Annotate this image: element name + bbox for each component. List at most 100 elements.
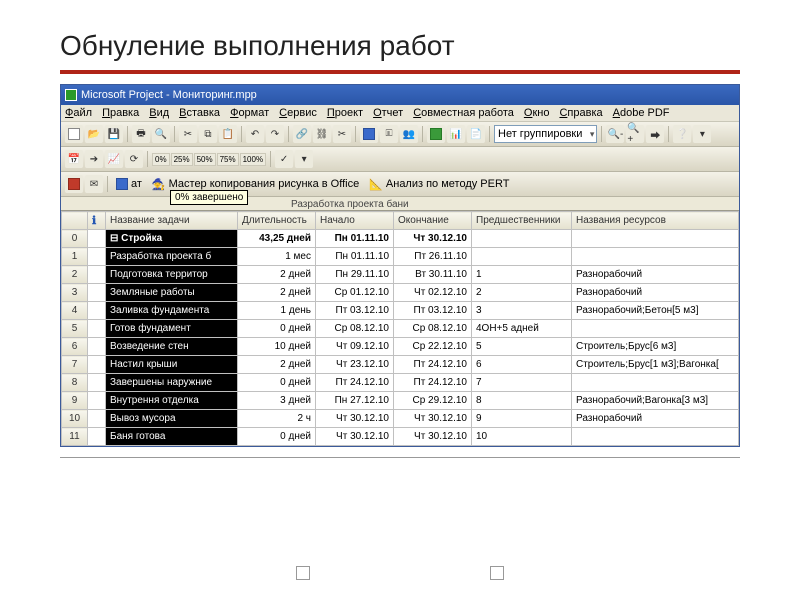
row-info[interactable] — [88, 338, 106, 356]
info-icon[interactable] — [360, 125, 378, 143]
end-cell[interactable]: Чт 30.12.10 — [394, 410, 472, 428]
row-info[interactable] — [88, 248, 106, 266]
row-info[interactable] — [88, 266, 106, 284]
col-header-6[interactable]: Предшественники — [472, 212, 572, 230]
start-cell[interactable]: Пн 01.11.10 — [316, 248, 394, 266]
split-icon[interactable]: ✂ — [333, 125, 351, 143]
resources-cell[interactable] — [572, 428, 739, 446]
menu-совместная работа[interactable]: Совместная работа — [413, 107, 514, 119]
col-header-3[interactable]: Длительность — [238, 212, 316, 230]
menu-отчет[interactable]: Отчет — [373, 107, 403, 119]
predecessors-cell[interactable]: 1 — [472, 266, 572, 284]
row-info[interactable] — [88, 392, 106, 410]
table-row[interactable]: 0⊟ Стройка43,25 днейПн 01.11.10Чт 30.12.… — [62, 230, 739, 248]
save-icon[interactable]: 💾 — [105, 125, 123, 143]
row-number[interactable]: 4 — [62, 302, 88, 320]
end-cell[interactable]: Пт 24.12.10 — [394, 356, 472, 374]
menubar[interactable]: ФайлПравкаВидВставкаФорматСервисПроектОт… — [61, 105, 739, 122]
row-number[interactable]: 11 — [62, 428, 88, 446]
pdf-icon[interactable] — [65, 175, 83, 193]
duration-cell[interactable]: 2 дней — [238, 356, 316, 374]
end-cell[interactable]: Чт 30.12.10 — [394, 230, 472, 248]
start-cell[interactable]: Пн 27.12.10 — [316, 392, 394, 410]
table-row[interactable]: 10Вывоз мусора2 чЧт 30.12.10Чт 30.12.109… — [62, 410, 739, 428]
end-cell[interactable]: Чт 02.12.10 — [394, 284, 472, 302]
task-name-cell[interactable]: Земляные работы — [106, 284, 238, 302]
row-number[interactable]: 2 — [62, 266, 88, 284]
task-name-cell[interactable]: Завершены наружние — [106, 374, 238, 392]
table-row[interactable]: 5Готов фундамент0 днейСр 08.12.10Ср 08.1… — [62, 320, 739, 338]
resources-cell[interactable] — [572, 230, 739, 248]
grouping-combo[interactable]: Нет группировки — [494, 125, 597, 143]
menu-проект[interactable]: Проект — [327, 107, 363, 119]
start-cell[interactable]: Пт 03.12.10 — [316, 302, 394, 320]
table-row[interactable]: 3Земляные работы2 днейСр 01.12.10Чт 02.1… — [62, 284, 739, 302]
predecessors-cell[interactable]: 3 — [472, 302, 572, 320]
end-cell[interactable]: Ср 29.12.10 — [394, 392, 472, 410]
pct-100[interactable]: 100% — [240, 153, 266, 166]
pct-0[interactable]: 0% — [152, 153, 170, 166]
row-number[interactable]: 6 — [62, 338, 88, 356]
link-icon[interactable]: 🔗 — [293, 125, 311, 143]
arrow-right-icon[interactable]: ➔ — [85, 150, 103, 168]
end-cell[interactable]: Вт 30.11.10 — [394, 266, 472, 284]
pert-button[interactable]: 📐 Анализ по методу PERT — [365, 177, 513, 192]
row-info[interactable] — [88, 284, 106, 302]
mail-icon[interactable]: ✉ — [85, 175, 103, 193]
unlink-icon[interactable]: ⛓ — [313, 125, 331, 143]
predecessors-cell[interactable]: 7 — [472, 374, 572, 392]
predecessors-cell[interactable]: 2 — [472, 284, 572, 302]
pct-50[interactable]: 50% — [194, 153, 216, 166]
duration-cell[interactable]: 0 дней — [238, 320, 316, 338]
chart-icon[interactable]: 📊 — [447, 125, 465, 143]
col-header-5[interactable]: Окончание — [394, 212, 472, 230]
duration-cell[interactable]: 2 ч — [238, 410, 316, 428]
task-name-cell[interactable]: Внутрення отделка — [106, 392, 238, 410]
resources-cell[interactable]: Разнорабочий — [572, 266, 739, 284]
duration-cell[interactable]: 0 дней — [238, 374, 316, 392]
task-name-cell[interactable]: Разработка проекта б — [106, 248, 238, 266]
predecessors-cell[interactable]: 8 — [472, 392, 572, 410]
resources-cell[interactable]: Разнорабочий;Вагонка[3 м3] — [572, 392, 739, 410]
duration-cell[interactable]: 1 день — [238, 302, 316, 320]
end-cell[interactable]: Пт 26.11.10 — [394, 248, 472, 266]
row-number[interactable]: 7 — [62, 356, 88, 374]
predecessors-cell[interactable] — [472, 230, 572, 248]
publish-icon[interactable] — [427, 125, 445, 143]
predecessors-cell[interactable]: 4ОН+5 адней — [472, 320, 572, 338]
duration-cell[interactable]: 1 мес — [238, 248, 316, 266]
row-info[interactable] — [88, 374, 106, 392]
task-name-cell[interactable]: ⊟ Стройка — [106, 230, 238, 248]
row-number[interactable]: 0 — [62, 230, 88, 248]
start-cell[interactable]: Пн 29.11.10 — [316, 266, 394, 284]
copy-icon[interactable]: ⧉ — [199, 125, 217, 143]
col-header-0[interactable] — [62, 212, 88, 230]
preview-icon[interactable]: 🔍 — [152, 125, 170, 143]
redo-icon[interactable]: ↷ — [266, 125, 284, 143]
more2-icon[interactable]: ▾ — [295, 150, 313, 168]
menu-правка[interactable]: Правка — [102, 107, 139, 119]
format-button[interactable]: ат — [112, 177, 146, 191]
row-info[interactable] — [88, 302, 106, 320]
duration-cell[interactable]: 2 дней — [238, 284, 316, 302]
task-name-cell[interactable]: Возведение стен — [106, 338, 238, 356]
calendar-icon[interactable]: 📅 — [65, 150, 83, 168]
row-info[interactable] — [88, 410, 106, 428]
start-cell[interactable]: Чт 30.12.10 — [316, 428, 394, 446]
table-row[interactable]: 6Возведение стен10 днейЧт 09.12.10Ср 22.… — [62, 338, 739, 356]
start-cell[interactable]: Пн 01.11.10 — [316, 230, 394, 248]
row-info[interactable] — [88, 356, 106, 374]
duration-cell[interactable]: 3 дней — [238, 392, 316, 410]
menu-файл[interactable]: Файл — [65, 107, 92, 119]
cut-icon[interactable]: ✂ — [179, 125, 197, 143]
task-name-cell[interactable]: Заливка фундамента — [106, 302, 238, 320]
predecessors-cell[interactable]: 5 — [472, 338, 572, 356]
table-row[interactable]: 11Баня готова0 днейЧт 30.12.10Чт 30.12.1… — [62, 428, 739, 446]
end-cell[interactable]: Ср 08.12.10 — [394, 320, 472, 338]
row-number[interactable]: 10 — [62, 410, 88, 428]
zoom-out-icon[interactable]: 🔍- — [606, 125, 624, 143]
more-icon[interactable]: ▾ — [693, 125, 711, 143]
duration-cell[interactable]: 0 дней — [238, 428, 316, 446]
end-cell[interactable]: Пт 03.12.10 — [394, 302, 472, 320]
col-header-4[interactable]: Начало — [316, 212, 394, 230]
